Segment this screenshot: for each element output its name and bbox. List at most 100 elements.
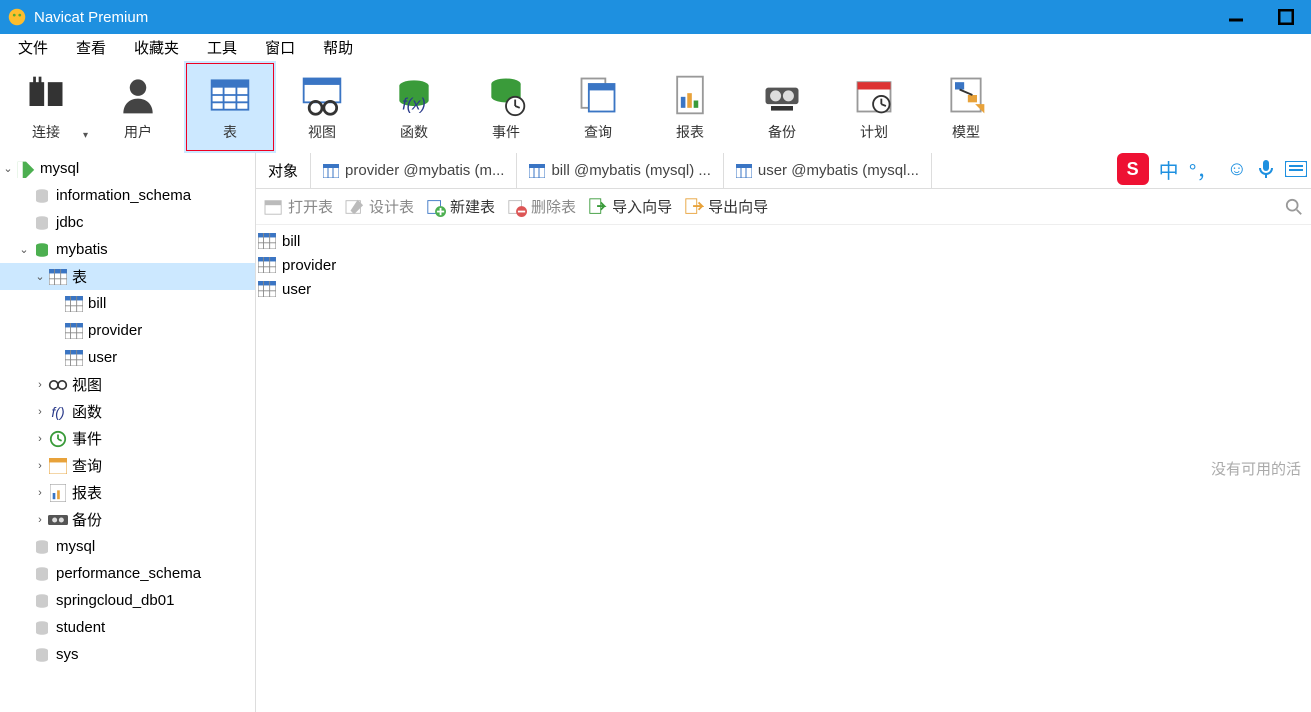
tree-node-icon xyxy=(48,456,68,476)
ime-lang-indicator[interactable]: 中 xyxy=(1159,155,1179,184)
tree-db-jdbc[interactable]: jdbc xyxy=(0,209,255,236)
tree-group-fx[interactable]: ›f()函数 xyxy=(0,398,255,425)
menu-help[interactable]: 帮助 xyxy=(309,35,367,60)
tree-db-sys[interactable]: sys xyxy=(0,641,255,668)
toolbar-view-button[interactable]: 视图 xyxy=(276,61,368,153)
list-item[interactable]: bill xyxy=(258,229,1309,253)
menu-window[interactable]: 窗口 xyxy=(251,35,309,60)
tree-db-springcloud_db01[interactable]: springcloud_db01 xyxy=(0,587,255,614)
tab-provider[interactable]: provider @mybatis (m... xyxy=(311,153,517,189)
tree-group-table[interactable]: ⌄表 xyxy=(0,263,255,290)
list-item-label: provider xyxy=(282,257,336,274)
main-toolbar: 连接 ▾ 用户 表 视图 f(x) 函数 事件 查询 报表 备份 计划 模型 xyxy=(0,61,1311,153)
list-item[interactable]: user xyxy=(258,277,1309,301)
action-design-button[interactable]: 设计表 xyxy=(345,196,414,217)
ime-voice-icon[interactable] xyxy=(1257,159,1275,179)
tree-node-label: information_schema xyxy=(56,187,191,204)
design-icon xyxy=(345,197,365,217)
toolbar-model-button[interactable]: 模型 xyxy=(920,61,1012,153)
tree-group-query[interactable]: › 查询 xyxy=(0,452,255,479)
action-label: 导出向导 xyxy=(708,196,768,217)
ime-keyboard-icon[interactable] xyxy=(1285,161,1307,177)
tree-db-performance_schema[interactable]: performance_schema xyxy=(0,560,255,587)
tree-twist-icon[interactable]: › xyxy=(32,514,48,526)
toolbar-user-button[interactable]: 用户 xyxy=(92,61,184,153)
toolbar-plug-button[interactable]: 连接 ▾ xyxy=(0,61,92,153)
ime-emoji-icon[interactable]: ☺ xyxy=(1227,158,1247,181)
toolbar-label: 函数 xyxy=(400,122,428,142)
object-tabs: 对象 provider @mybatis (m... bill @mybatis… xyxy=(256,153,1311,189)
tree-twist-icon[interactable]: ⌄ xyxy=(16,243,32,256)
list-item[interactable]: provider xyxy=(258,253,1309,277)
toolbar-event-button[interactable]: 事件 xyxy=(460,61,552,153)
tree-connection-mysql[interactable]: ⌄ mysql xyxy=(0,155,255,182)
tree-db-student[interactable]: student xyxy=(0,614,255,641)
tree-node-icon xyxy=(64,348,84,368)
minimize-button[interactable] xyxy=(1211,0,1261,34)
tree-twist-icon[interactable]: › xyxy=(32,487,48,499)
sogou-ime-icon[interactable]: S xyxy=(1117,153,1149,185)
tree-db-information_schema[interactable]: information_schema xyxy=(0,182,255,209)
tree-node-icon xyxy=(32,564,52,584)
table-list[interactable]: bill provider user xyxy=(256,225,1311,305)
toolbar-label: 报表 xyxy=(676,122,704,142)
tree-group-report[interactable]: ›报表 xyxy=(0,479,255,506)
tab-objects[interactable]: 对象 xyxy=(256,153,311,189)
tree-twist-icon[interactable]: ⌄ xyxy=(32,270,48,283)
action-delete-button[interactable]: 删除表 xyxy=(507,196,576,217)
tree-group-event[interactable]: ›事件 xyxy=(0,425,255,452)
tree-db-mybatis[interactable]: ⌄mybatis xyxy=(0,236,255,263)
tree-node-icon xyxy=(32,591,52,611)
toolbar-query-button[interactable]: 查询 xyxy=(552,61,644,153)
tree-node-label: 视图 xyxy=(72,374,102,395)
ime-punct-icon[interactable]: °， xyxy=(1189,155,1217,184)
new-icon xyxy=(426,197,446,217)
menu-file[interactable]: 文件 xyxy=(4,35,62,60)
action-import-button[interactable]: 导入向导 xyxy=(588,196,672,217)
menu-tools[interactable]: 工具 xyxy=(193,35,251,60)
menu-bar: 文件 查看 收藏夹 工具 窗口 帮助 xyxy=(0,34,1311,61)
action-new-button[interactable]: 新建表 xyxy=(426,196,495,217)
table-icon xyxy=(258,281,276,297)
tree-node-label: sys xyxy=(56,646,79,663)
action-open-button[interactable]: 打开表 xyxy=(264,196,333,217)
tab-user[interactable]: user @mybatis (mysql... xyxy=(724,153,932,189)
search-button[interactable] xyxy=(1285,198,1303,216)
tab-bill[interactable]: bill @mybatis (mysql) ... xyxy=(517,153,723,189)
tree-node-icon xyxy=(64,321,84,341)
menu-view[interactable]: 查看 xyxy=(62,35,120,60)
toolbar-schedule-button[interactable]: 计划 xyxy=(828,61,920,153)
tree-table-bill[interactable]: bill xyxy=(0,290,255,317)
tree-twist-icon[interactable]: ⌄ xyxy=(0,162,16,175)
menu-favorites[interactable]: 收藏夹 xyxy=(120,35,193,60)
title-bar: Navicat Premium xyxy=(0,0,1311,34)
tree-node-label: student xyxy=(56,619,105,636)
toolbar-fx-button[interactable]: f(x) 函数 xyxy=(368,61,460,153)
tree-group-view[interactable]: › 视图 xyxy=(0,371,255,398)
toolbar-label: 备份 xyxy=(768,122,796,142)
tree-table-provider[interactable]: provider xyxy=(0,317,255,344)
tree-node-icon xyxy=(32,537,52,557)
action-export-button[interactable]: 导出向导 xyxy=(684,196,768,217)
tree-twist-icon[interactable]: › xyxy=(32,406,48,418)
tree-twist-icon[interactable]: › xyxy=(32,433,48,445)
app-title: Navicat Premium xyxy=(34,9,148,26)
toolbar-label: 计划 xyxy=(860,122,888,142)
tree-node-label: 查询 xyxy=(72,455,102,476)
connection-tree[interactable]: ⌄ mysql information_schemajdbc⌄mybatis⌄表 bi… xyxy=(0,153,256,712)
maximize-button[interactable] xyxy=(1261,0,1311,34)
toolbar-label: 用户 xyxy=(124,122,152,142)
tree-table-user[interactable]: user xyxy=(0,344,255,371)
tree-node-label: bill xyxy=(88,295,106,312)
tree-twist-icon[interactable]: › xyxy=(32,460,48,472)
toolbar-label: 事件 xyxy=(492,122,520,142)
tree-group-backup[interactable]: ›备份 xyxy=(0,506,255,533)
tree-node-label: mysql xyxy=(40,160,79,177)
action-label: 设计表 xyxy=(369,196,414,217)
toolbar-backup-button[interactable]: 备份 xyxy=(736,61,828,153)
tree-twist-icon[interactable]: › xyxy=(32,379,48,391)
tree-db-mysql[interactable]: mysql xyxy=(0,533,255,560)
toolbar-report-button[interactable]: 报表 xyxy=(644,61,736,153)
toolbar-table-button[interactable]: 表 xyxy=(184,61,276,153)
tree-node-label: provider xyxy=(88,322,142,339)
